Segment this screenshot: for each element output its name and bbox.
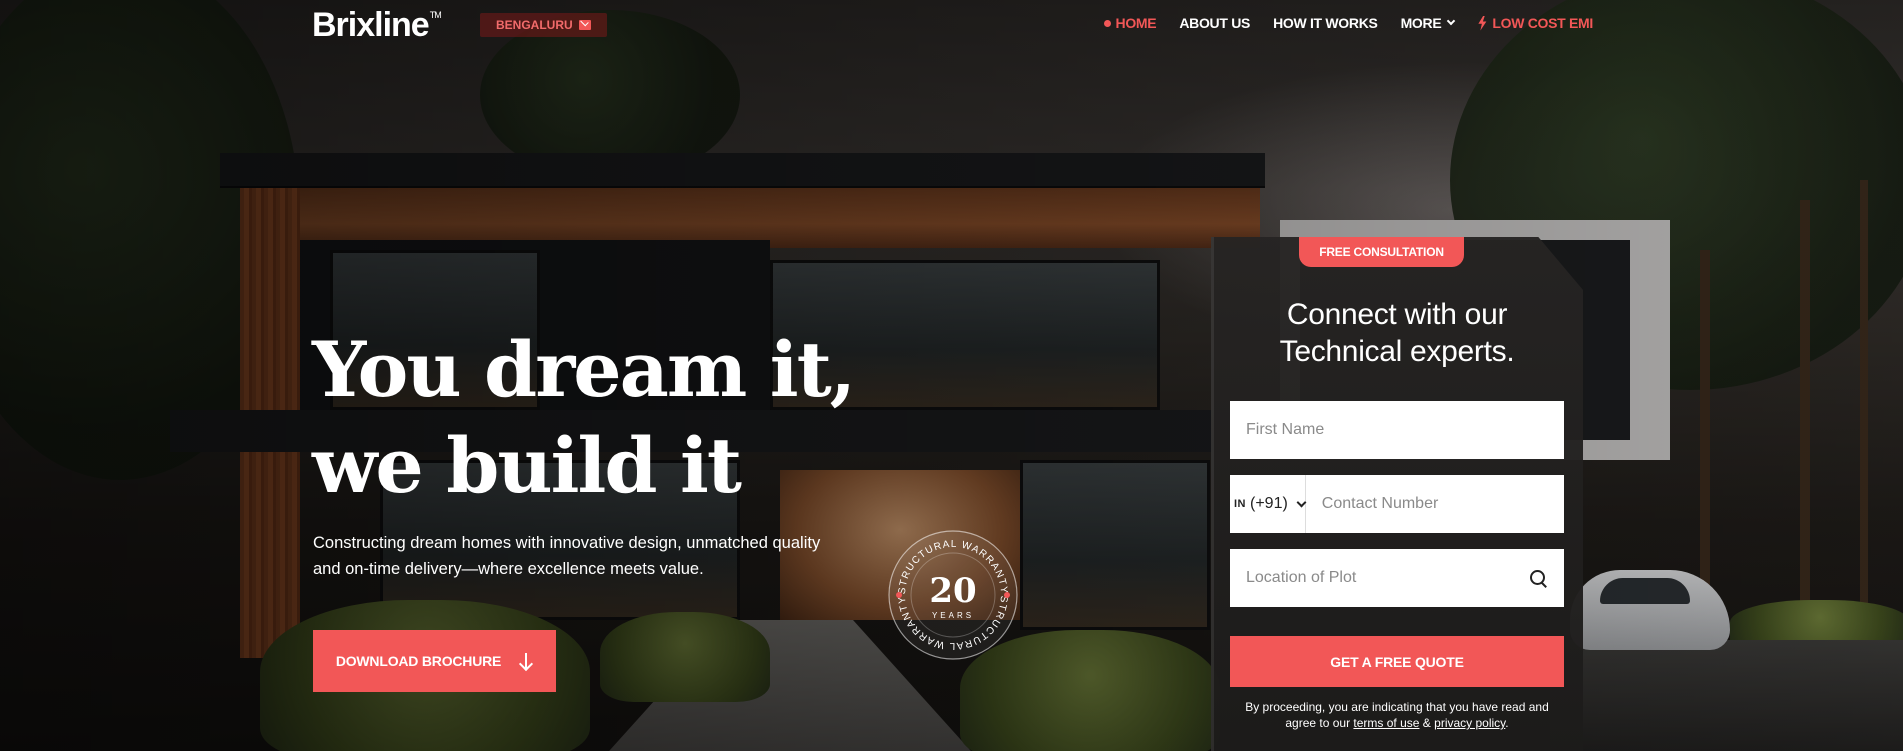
active-dot-icon — [1103, 19, 1111, 27]
nav-home-label: HOME — [1115, 15, 1157, 31]
form-title: Connect with our Technical experts. — [1211, 296, 1583, 370]
top-navigation: BrixlineTM BENGALURU HOME ABOUT US HOW I… — [0, 0, 1903, 50]
brand-logo[interactable]: BrixlineTM — [312, 6, 442, 45]
main-menu: HOME ABOUT US HOW IT WORKS MORE LOW COST… — [1103, 15, 1593, 31]
form-title-line1: Connect with our — [1286, 298, 1508, 331]
brand-name: Brixline — [312, 6, 430, 44]
location-of-plot-input[interactable] — [1230, 549, 1528, 607]
nav-more[interactable]: MORE — [1400, 15, 1456, 31]
legal-amp: & — [1422, 716, 1431, 730]
arrow-down-icon — [519, 653, 533, 669]
nav-how-it-works-label: HOW IT WORKS — [1273, 15, 1378, 31]
hero-headline-line1: You dream it, — [312, 325, 856, 414]
hero-headline-line2: we build it — [312, 421, 742, 510]
privacy-policy-link[interactable]: privacy policy — [1434, 716, 1505, 730]
hero-subtitle-line2: and on-time delivery—where excellence me… — [313, 560, 704, 578]
hero-subtitle-line1: Constructing dream homes with innovative… — [313, 534, 821, 552]
hero-subtitle: Constructing dream homes with innovative… — [313, 530, 873, 582]
nav-more-label: MORE — [1400, 15, 1442, 31]
chevron-down-icon — [1447, 16, 1456, 26]
terms-of-use-link[interactable]: terms of use — [1353, 716, 1419, 730]
nav-home[interactable]: HOME — [1103, 15, 1157, 31]
warranty-years-unit: YEARS — [931, 611, 975, 620]
contact-field: IN (+91) — [1230, 475, 1564, 533]
country-code-select[interactable]: IN (+91) — [1230, 475, 1307, 533]
search-icon[interactable] — [1528, 568, 1548, 588]
city-selector[interactable]: BENGALURU — [480, 13, 607, 37]
warranty-badge: STRUCTURAL WARRANTY STRUCTURAL WARRANTY … — [885, 527, 1021, 663]
legal-end: . — [1505, 716, 1509, 730]
chevron-down-icon — [1296, 497, 1307, 507]
hero-headline: You dream it, we build it — [312, 322, 856, 514]
location-field — [1230, 549, 1564, 607]
get-free-quote-button[interactable]: GET A FREE QUOTE — [1230, 636, 1564, 687]
mail-icon — [578, 20, 591, 30]
city-label: BENGALURU — [496, 18, 573, 32]
legal-notice: By proceeding, you are indicating that y… — [1230, 699, 1564, 731]
country-iso: IN — [1234, 498, 1246, 510]
first-name-input[interactable] — [1230, 401, 1564, 459]
nav-about-us-label: ABOUT US — [1179, 15, 1251, 31]
nav-low-cost-emi[interactable]: LOW COST EMI — [1477, 15, 1593, 31]
contact-number-input[interactable] — [1305, 475, 1564, 533]
country-code: (+91) — [1250, 495, 1288, 512]
bolt-icon — [1478, 15, 1487, 31]
nav-about-us[interactable]: ABOUT US — [1179, 15, 1250, 31]
warranty-years-number: 20 — [929, 571, 977, 611]
download-brochure-label: DOWNLOAD BROCHURE — [335, 653, 502, 669]
nav-how-it-works[interactable]: HOW IT WORKS — [1273, 15, 1378, 31]
download-brochure-button[interactable]: DOWNLOAD BROCHURE — [313, 630, 556, 692]
trademark: TM — [429, 10, 442, 20]
free-consultation-tag: FREE CONSULTATION — [1299, 237, 1464, 267]
form-title-line2: Technical experts. — [1279, 335, 1515, 368]
first-name-field — [1230, 401, 1564, 459]
nav-low-cost-emi-label: LOW COST EMI — [1492, 15, 1593, 31]
